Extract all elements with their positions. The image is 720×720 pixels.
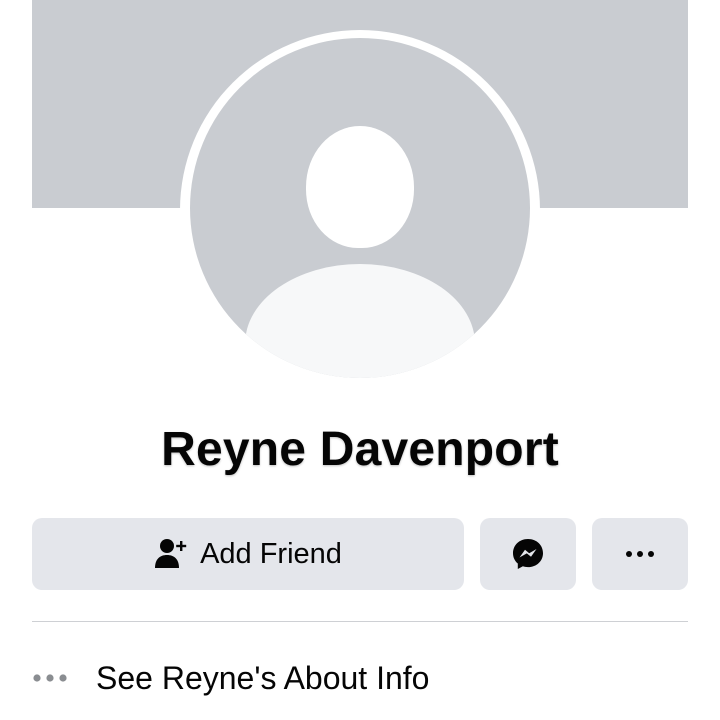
more-dots-icon bbox=[625, 550, 655, 558]
profile-name: Reyne Davenport bbox=[161, 423, 559, 476]
add-friend-button[interactable]: Add Friend bbox=[32, 518, 464, 590]
see-about-info-label: See Reyne's About Info bbox=[96, 659, 430, 696]
avatar-body-silhouette bbox=[245, 264, 475, 378]
avatar-head-silhouette bbox=[306, 126, 414, 248]
add-friend-icon bbox=[154, 537, 188, 571]
profile-avatar[interactable] bbox=[190, 38, 530, 378]
more-options-button[interactable] bbox=[592, 518, 688, 590]
add-friend-label: Add Friend bbox=[200, 537, 342, 570]
see-about-info-link[interactable]: See Reyne's About Info bbox=[32, 650, 688, 706]
profile-page: Reyne Davenport Add Friend See Reyne's A… bbox=[0, 0, 720, 720]
section-divider bbox=[32, 621, 688, 622]
more-dots-icon bbox=[32, 650, 80, 706]
messenger-icon bbox=[511, 537, 545, 571]
message-button[interactable] bbox=[480, 518, 576, 590]
